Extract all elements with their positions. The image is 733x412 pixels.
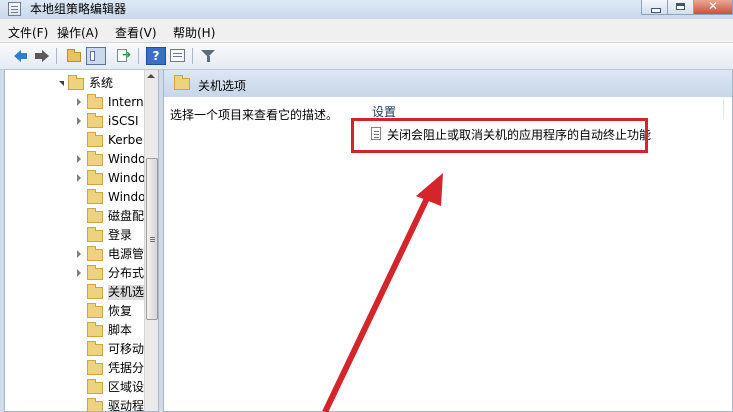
arrow-shaft bbox=[322, 190, 433, 412]
arrow-head bbox=[416, 173, 443, 206]
red-arrow-annotation bbox=[322, 173, 443, 412]
